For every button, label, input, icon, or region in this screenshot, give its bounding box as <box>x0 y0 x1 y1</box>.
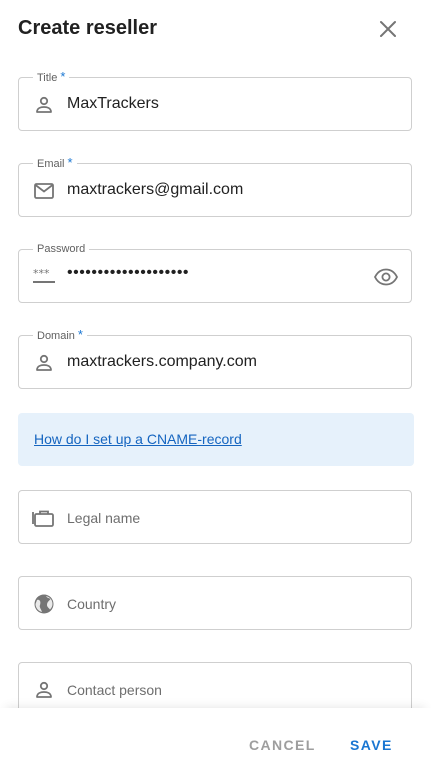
password-field[interactable]: Password *** •••••••••••••••••••• <box>18 242 412 303</box>
password-input[interactable]: •••••••••••••••••••• <box>67 264 189 282</box>
cname-info-box: How do I set up a CNAME-record <box>18 413 414 466</box>
required-mark: * <box>77 327 83 342</box>
cname-help-link[interactable]: How do I set up a CNAME-record <box>34 431 242 447</box>
dialog-footer: CANCEL SAVE <box>0 708 431 771</box>
save-button[interactable]: SAVE <box>350 737 393 753</box>
required-mark: * <box>60 69 66 84</box>
legal-name-input[interactable]: Legal name <box>67 510 140 526</box>
title-input[interactable]: MaxTrackers <box>67 95 159 113</box>
person-icon <box>36 681 52 698</box>
title-field-label: Title * <box>33 69 70 85</box>
email-field-label: Email * <box>33 156 77 171</box>
title-field[interactable]: Title * MaxTrackers <box>18 70 412 131</box>
dialog-title: Create reseller <box>18 17 157 39</box>
domain-field[interactable]: Domain * maxtrackers.company.com <box>18 328 412 389</box>
country-input[interactable]: Country <box>67 596 116 612</box>
domain-field-label: Domain * <box>33 328 87 343</box>
close-icon[interactable] <box>376 17 400 41</box>
cancel-button[interactable]: CANCEL <box>249 737 316 753</box>
country-field[interactable]: Country <box>18 576 412 630</box>
person-icon <box>36 96 52 113</box>
dialog-header: Create reseller <box>0 0 431 58</box>
person-icon <box>36 354 52 371</box>
legal-name-field[interactable]: Legal name <box>18 490 412 544</box>
globe-icon <box>34 594 54 614</box>
domain-input[interactable]: maxtrackers.company.com <box>67 353 257 371</box>
password-icon: *** <box>33 267 55 283</box>
email-field[interactable]: Email * maxtrackers@gmail.com <box>18 156 412 217</box>
briefcase-icon <box>32 510 54 527</box>
email-input[interactable]: maxtrackers@gmail.com <box>67 181 243 199</box>
contact-person-input[interactable]: Contact person <box>67 682 162 698</box>
eye-icon[interactable] <box>373 265 399 289</box>
password-field-label: Password <box>33 242 90 256</box>
required-mark: * <box>67 155 73 170</box>
svg-text:***: *** <box>33 267 50 280</box>
mail-icon <box>34 183 54 199</box>
